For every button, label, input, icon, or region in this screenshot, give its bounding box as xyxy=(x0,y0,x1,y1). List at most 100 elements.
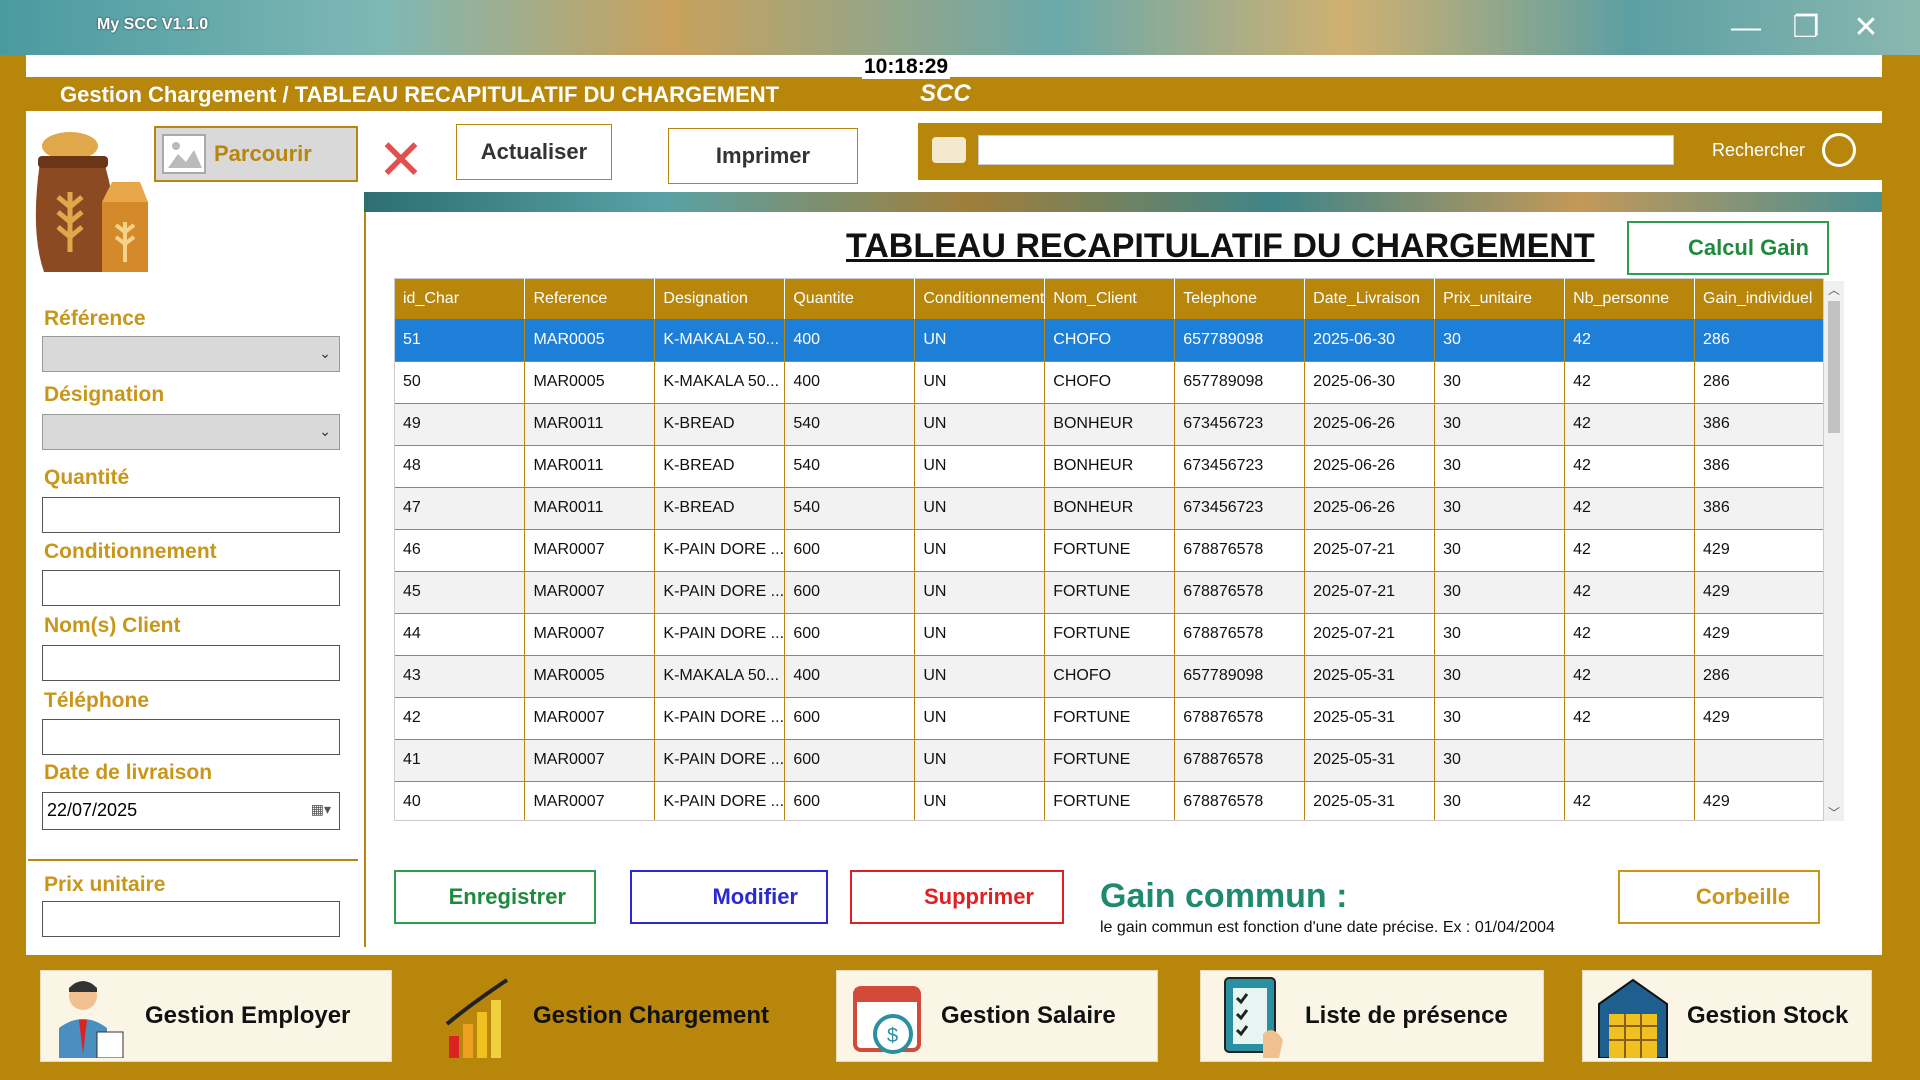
column-header[interactable]: Date_Livraison xyxy=(1304,279,1436,319)
table-cell[interactable]: UN xyxy=(914,403,1046,446)
table-cell[interactable]: K-MAKALA 50... xyxy=(654,655,786,698)
table-cell[interactable]: BONHEUR xyxy=(1044,445,1176,488)
table-cell[interactable]: K-BREAD xyxy=(654,487,786,530)
table-cell[interactable]: K-PAIN DORE ... xyxy=(654,781,786,820)
actualiser-button[interactable]: Actualiser xyxy=(456,124,612,180)
column-header[interactable]: id_Char xyxy=(395,279,526,319)
telephone-input[interactable] xyxy=(42,719,340,755)
nav-liste-presence[interactable]: Liste de présence xyxy=(1200,970,1544,1062)
imprimer-button[interactable]: Imprimer xyxy=(668,128,858,184)
table-cell[interactable]: MAR0005 xyxy=(524,319,656,362)
table-cell[interactable]: 42 xyxy=(1564,361,1696,404)
scroll-thumb[interactable] xyxy=(1828,301,1840,433)
table-cell[interactable]: 600 xyxy=(784,571,916,614)
nav-gestion-salaire[interactable]: $ Gestion Salaire xyxy=(836,970,1158,1062)
table-cell[interactable]: K-BREAD xyxy=(654,403,786,446)
table-cell[interactable]: 42 xyxy=(1564,613,1696,656)
table-cell[interactable]: 42 xyxy=(1564,529,1696,572)
table-cell[interactable]: MAR0007 xyxy=(524,697,656,740)
table-cell[interactable]: K-PAIN DORE ... xyxy=(654,529,786,572)
minimize-icon[interactable]: — xyxy=(1728,10,1764,46)
table-cell[interactable]: UN xyxy=(914,571,1046,614)
table-row[interactable]: 51 MAR0005 K-MAKALA 50... 400 UN CHOFO 6577890… xyxy=(395,319,1823,362)
table-cell[interactable]: 673456723 xyxy=(1174,403,1306,446)
table-cell[interactable]: MAR0011 xyxy=(524,445,656,488)
table-cell[interactable]: 673456723 xyxy=(1174,487,1306,530)
table-cell[interactable]: CHOFO xyxy=(1044,319,1176,362)
table-cell[interactable]: 42 xyxy=(1564,445,1696,488)
table-cell[interactable]: 42 xyxy=(1564,655,1696,698)
table-cell[interactable]: UN xyxy=(914,781,1046,820)
table-row[interactable]: 50 MAR0005 K-MAKALA 50... 400 UN CHOFO 6577890… xyxy=(395,361,1823,404)
table-cell[interactable]: UN xyxy=(914,739,1046,782)
table-cell[interactable]: 2025-05-31 xyxy=(1304,697,1436,740)
table-cell[interactable]: 42 xyxy=(395,697,526,740)
table-cell[interactable]: MAR0005 xyxy=(524,361,656,404)
table-cell[interactable]: 2025-06-26 xyxy=(1304,445,1436,488)
table-cell[interactable]: 600 xyxy=(784,697,916,740)
table-cell[interactable]: 657789098 xyxy=(1174,319,1306,362)
table-cell[interactable]: 42 xyxy=(1564,571,1696,614)
table-cell[interactable]: 30 xyxy=(1434,781,1566,820)
table-cell[interactable]: 386 xyxy=(1694,487,1823,530)
table-cell[interactable]: 2025-05-31 xyxy=(1304,781,1436,820)
table-cell[interactable]: 30 xyxy=(1434,445,1566,488)
table-cell[interactable]: 45 xyxy=(395,571,526,614)
vertical-scrollbar[interactable]: ︿ ﹀ xyxy=(1824,281,1844,821)
column-header[interactable]: Quantite xyxy=(784,279,916,319)
table-cell[interactable]: MAR0011 xyxy=(524,487,656,530)
table-cell[interactable]: FORTUNE xyxy=(1044,613,1176,656)
client-input[interactable] xyxy=(42,645,340,681)
table-row[interactable]: 42 MAR0007 K-PAIN DORE ... 600 UN FORTUNE 6788… xyxy=(395,697,1823,740)
designation-combo[interactable]: ⌄ xyxy=(42,414,340,450)
table-cell[interactable]: FORTUNE xyxy=(1044,571,1176,614)
table-cell[interactable]: 30 xyxy=(1434,655,1566,698)
table-cell[interactable]: BONHEUR xyxy=(1044,403,1176,446)
table-cell[interactable]: K-MAKALA 50... xyxy=(654,361,786,404)
table-cell[interactable]: 429 xyxy=(1694,697,1823,740)
table-cell[interactable]: 50 xyxy=(395,361,526,404)
table-cell[interactable]: 41 xyxy=(395,739,526,782)
table-cell[interactable]: 43 xyxy=(395,655,526,698)
table-cell[interactable]: 42 xyxy=(1564,403,1696,446)
table-cell[interactable]: MAR0007 xyxy=(524,781,656,820)
table-cell[interactable]: UN xyxy=(914,361,1046,404)
column-header[interactable]: Gain_individuel xyxy=(1694,279,1823,319)
table-cell[interactable]: 657789098 xyxy=(1174,655,1306,698)
table-cell[interactable]: 30 xyxy=(1434,403,1566,446)
table-cell[interactable]: 678876578 xyxy=(1174,739,1306,782)
table-cell[interactable]: FORTUNE xyxy=(1044,739,1176,782)
table-cell[interactable]: 30 xyxy=(1434,613,1566,656)
reference-combo[interactable]: ⌄ xyxy=(42,336,340,372)
table-cell[interactable]: 42 xyxy=(1564,319,1696,362)
table-cell[interactable]: MAR0007 xyxy=(524,529,656,572)
table-cell[interactable]: 30 xyxy=(1434,319,1566,362)
table-row[interactable]: 47 MAR0011 K-BREAD 540 UN BONHEUR 673456723 202… xyxy=(395,487,1823,530)
table-cell[interactable]: 30 xyxy=(1434,529,1566,572)
table-cell[interactable]: 42 xyxy=(1564,487,1696,530)
table-cell[interactable]: 400 xyxy=(784,319,916,362)
table-cell[interactable]: MAR0007 xyxy=(524,571,656,614)
table-cell[interactable]: 2025-06-30 xyxy=(1304,319,1436,362)
table-cell[interactable]: 48 xyxy=(395,445,526,488)
search-input[interactable] xyxy=(978,135,1674,165)
table-cell[interactable]: UN xyxy=(914,697,1046,740)
table-cell[interactable]: 600 xyxy=(784,739,916,782)
table-cell[interactable]: UN xyxy=(914,487,1046,530)
table-cell[interactable]: 540 xyxy=(784,403,916,446)
table-cell[interactable]: UN xyxy=(914,613,1046,656)
table-row[interactable]: 49 MAR0011 K-BREAD 540 UN BONHEUR 673456723 202… xyxy=(395,403,1823,446)
table-cell[interactable]: UN xyxy=(914,319,1046,362)
conditionnement-input[interactable] xyxy=(42,570,340,606)
table-cell[interactable]: 2025-07-21 xyxy=(1304,571,1436,614)
table-cell[interactable]: 673456723 xyxy=(1174,445,1306,488)
nav-gestion-chargement[interactable]: Gestion Chargement xyxy=(428,970,800,1062)
table-cell[interactable]: 2025-07-21 xyxy=(1304,613,1436,656)
table-cell[interactable]: UN xyxy=(914,655,1046,698)
table-cell[interactable]: 600 xyxy=(784,529,916,572)
table-cell[interactable]: MAR0007 xyxy=(524,613,656,656)
table-row[interactable]: 45 MAR0007 K-PAIN DORE ... 600 UN FORTUNE 6788… xyxy=(395,571,1823,614)
table-cell[interactable]: CHOFO xyxy=(1044,655,1176,698)
supprimer-button[interactable]: Supprimer xyxy=(850,870,1064,924)
table-cell[interactable]: 30 xyxy=(1434,571,1566,614)
